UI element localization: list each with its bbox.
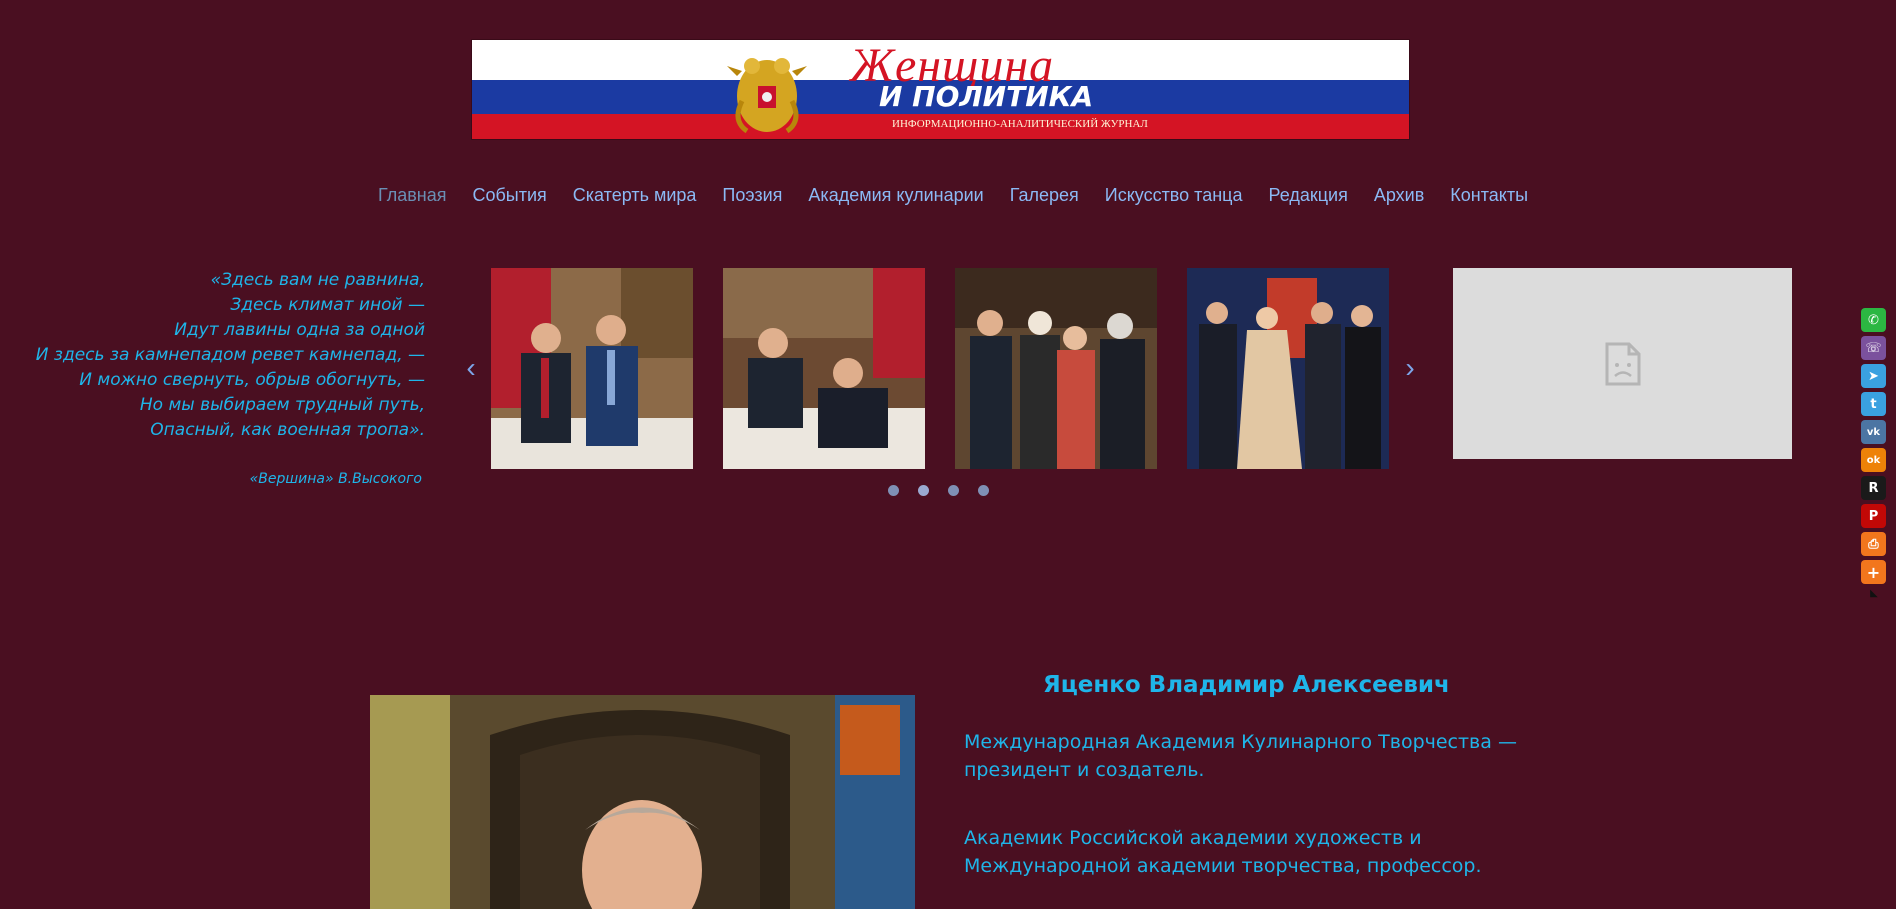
poem-quote: «Здесь вам не равнина, Здесь климат иной… bbox=[36, 268, 425, 443]
renren-icon[interactable]: R bbox=[1861, 476, 1886, 500]
embedded-video[interactable] bbox=[1453, 268, 1792, 459]
carousel-slide-4[interactable] bbox=[1187, 268, 1389, 469]
nav-item-archive[interactable]: Архив bbox=[1374, 185, 1424, 206]
site-logo-banner[interactable]: Женщина И ПОЛИТИКА ИНФОРМАЦИОННО-АНАЛИТИ… bbox=[471, 39, 1410, 140]
brand-tagline: ИНФОРМАЦИОННО-АНАЛИТИЧЕСКИЙ ЖУРНАЛ bbox=[892, 118, 1148, 130]
twitter-icon[interactable]: t bbox=[1861, 392, 1886, 416]
photo-group-of-four bbox=[955, 268, 1157, 469]
carousel-slide-2[interactable] bbox=[723, 268, 925, 469]
portrait-image bbox=[370, 695, 915, 909]
nav-item-home[interactable]: Главная bbox=[378, 185, 447, 206]
bio-paragraph-2: Академик Российской академии художеств и… bbox=[964, 827, 1482, 877]
brand-subtitle: И ПОЛИТИКА bbox=[879, 80, 1094, 113]
carousel-pagination bbox=[888, 485, 989, 496]
nav-item-tablecloth[interactable]: Скатерть мира bbox=[573, 185, 697, 206]
quote-line: Здесь климат иной — bbox=[230, 295, 425, 315]
telegram-icon[interactable]: ➤ bbox=[1861, 364, 1886, 388]
main-nav: Главная События Скатерть мира Поэзия Ака… bbox=[0, 185, 1896, 206]
chevron-left-icon[interactable]: ‹ bbox=[463, 354, 479, 382]
vk-icon[interactable]: vk bbox=[1861, 420, 1886, 444]
bio-name: Яценко Владимир Алексеевич bbox=[1043, 672, 1450, 698]
nav-item-culinary-academy[interactable]: Академия кулинарии bbox=[808, 185, 983, 206]
nav-item-contacts[interactable]: Контакты bbox=[1450, 185, 1528, 206]
nav-item-poetry[interactable]: Поэзия bbox=[722, 185, 782, 206]
viber-icon[interactable]: ☏ bbox=[1861, 336, 1886, 360]
quote-source: «Вершина» В.Высокого bbox=[249, 471, 422, 487]
carousel-slide-1[interactable] bbox=[491, 268, 693, 469]
quote-line: Но мы выбираем трудный путь, bbox=[139, 395, 425, 415]
quote-line: Опасный, как военная тропа». bbox=[150, 420, 425, 440]
odnoklassniki-icon[interactable]: ok bbox=[1861, 448, 1886, 472]
carousel-dot-2[interactable] bbox=[918, 485, 929, 496]
portrait-photo bbox=[370, 695, 915, 909]
photo-two-men-signing bbox=[491, 268, 693, 469]
double-headed-eagle-icon bbox=[727, 58, 807, 134]
pinterest-icon[interactable]: P bbox=[1861, 504, 1886, 528]
carousel-dot-1[interactable] bbox=[888, 485, 899, 496]
quote-line: «Здесь вам не равнина, bbox=[210, 270, 425, 290]
print-icon[interactable]: ⎙ bbox=[1861, 532, 1886, 556]
chevron-right-icon[interactable]: › bbox=[1402, 354, 1418, 382]
more-icon[interactable]: + bbox=[1861, 560, 1886, 584]
nav-item-events[interactable]: События bbox=[472, 185, 546, 206]
carousel-dot-4[interactable] bbox=[978, 485, 989, 496]
quote-line: Идут лавины одна за одной bbox=[174, 320, 425, 340]
photo-men-at-desk bbox=[723, 268, 925, 469]
broken-media-icon bbox=[1605, 342, 1640, 385]
carousel-dot-3[interactable] bbox=[948, 485, 959, 496]
quote-line: И можно свернуть, обрыв обогнуть, — bbox=[79, 370, 425, 390]
share-bar: ✆ ☏ ➤ t vk ok R P ⎙ + ◣ bbox=[1861, 308, 1887, 599]
bio-paragraph-1: Международная Академия Кулинарного Творч… bbox=[964, 731, 1517, 781]
quote-line: И здесь за камнепадом ревет камнепад, — bbox=[35, 345, 425, 365]
nav-item-editorial[interactable]: Редакция bbox=[1269, 185, 1348, 206]
carousel-slide-3[interactable] bbox=[955, 268, 1157, 469]
nav-item-dance[interactable]: Искусство танца bbox=[1105, 185, 1243, 206]
whatsapp-icon[interactable]: ✆ bbox=[1861, 308, 1886, 332]
photo-event-group bbox=[1187, 268, 1389, 469]
nav-item-gallery[interactable]: Галерея bbox=[1010, 185, 1079, 206]
collapse-share-icon[interactable]: ◣ bbox=[1861, 588, 1887, 599]
